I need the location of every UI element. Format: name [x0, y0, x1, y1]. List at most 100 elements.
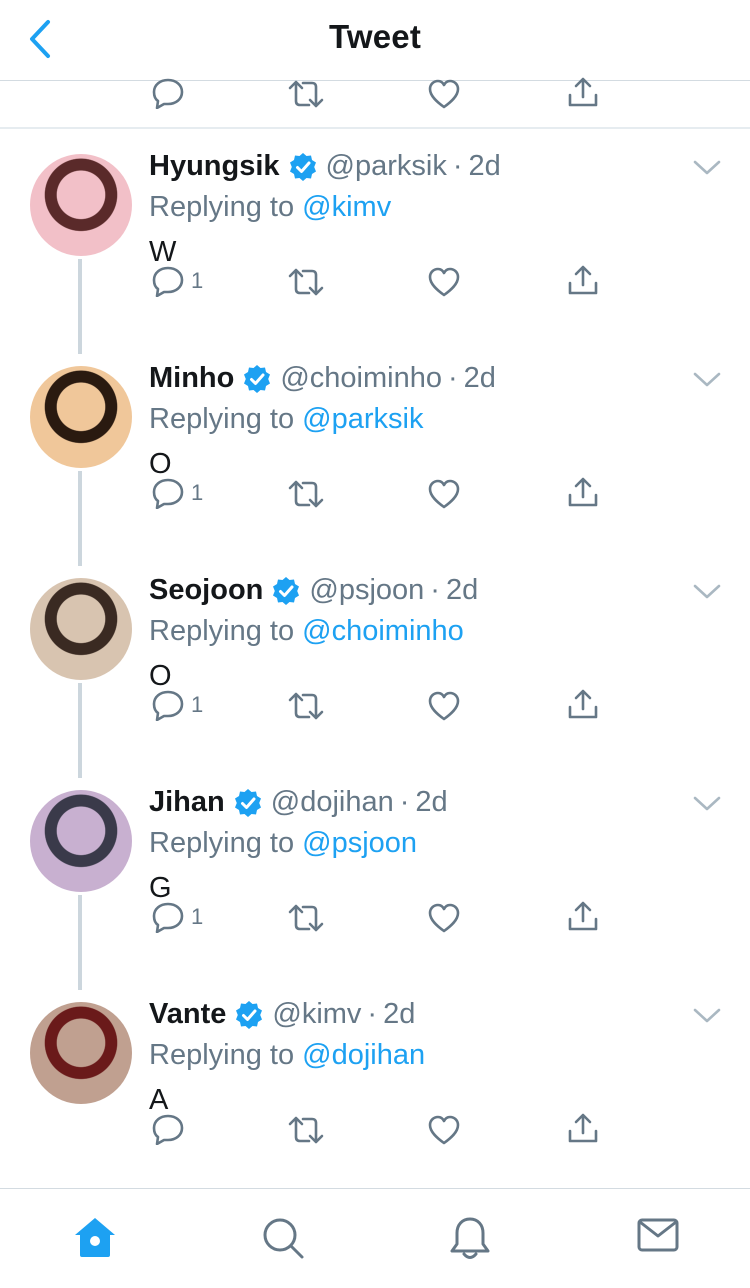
share-button[interactable]	[566, 687, 600, 721]
tweet-header: Jihan @dojihan · 2d	[149, 786, 448, 819]
replying-to: Replying to @parksik	[149, 403, 423, 436]
username[interactable]: @dojihan	[271, 786, 394, 819]
timestamp[interactable]: 2d	[446, 574, 478, 607]
username[interactable]: @psjoon	[309, 574, 424, 607]
verified-badge-icon	[289, 152, 316, 181]
display-name[interactable]: Hyungsik	[149, 150, 280, 183]
avatar[interactable]	[30, 1002, 132, 1104]
reply-count: 1	[191, 268, 204, 293]
share-icon	[568, 1113, 598, 1143]
share-button[interactable]	[566, 75, 600, 109]
reply-count: 1	[191, 904, 204, 929]
tweet[interactable]: Minho @choiminho · 2d Replying to @parks…	[0, 341, 750, 566]
separator-dot: ·	[452, 150, 463, 182]
share-button[interactable]	[566, 1111, 600, 1145]
display-name[interactable]: Seojoon	[149, 574, 263, 607]
display-name[interactable]: Vante	[149, 998, 226, 1031]
tab-search[interactable]	[260, 1215, 306, 1266]
retweet-button[interactable]	[287, 79, 325, 109]
reply-icon	[152, 78, 184, 109]
page-title: Tweet	[328, 18, 422, 55]
heart-icon	[428, 1115, 460, 1145]
like-button[interactable]	[427, 690, 461, 722]
replying-to-link[interactable]: @choiminho	[302, 615, 464, 647]
tweet-menu-button[interactable]	[692, 1007, 722, 1030]
retweet-button[interactable]	[287, 479, 325, 509]
like-button[interactable]	[427, 902, 461, 934]
avatar[interactable]	[30, 790, 132, 892]
replying-to-label: Replying to	[149, 615, 295, 647]
tweet-menu-button[interactable]	[692, 795, 722, 818]
heart-icon	[428, 267, 460, 297]
heart-icon	[428, 79, 460, 109]
replying-to-label: Replying to	[149, 827, 295, 859]
search-icon	[263, 1218, 304, 1259]
previous-tweet-actions	[0, 77, 750, 129]
thread-connector-line	[78, 471, 82, 566]
replying-to: Replying to @dojihan	[149, 1039, 425, 1072]
reply-icon	[152, 902, 184, 933]
reply-icon	[152, 690, 184, 721]
timestamp[interactable]: 2d	[469, 150, 501, 183]
retweet-button[interactable]	[287, 267, 325, 297]
heart-icon	[428, 903, 460, 933]
tweet-menu-button[interactable]	[692, 583, 722, 606]
separator-dot: ·	[367, 998, 378, 1030]
reply-button[interactable]: 1	[151, 265, 203, 297]
tweet[interactable]: Seojoon @psjoon · 2d Replying to @choimi…	[0, 553, 750, 778]
reply-button[interactable]: 1	[151, 901, 203, 933]
replying-to-link[interactable]: @psjoon	[302, 827, 417, 859]
display-name[interactable]: Jihan	[149, 786, 225, 819]
reply-count: 1	[191, 480, 204, 505]
username[interactable]: @parksik	[326, 150, 447, 183]
tab-notifications[interactable]	[448, 1215, 492, 1268]
separator-dot: ·	[399, 786, 410, 818]
tweet[interactable]: Vante @kimv · 2d Replying to @dojihan A	[0, 977, 750, 1189]
username[interactable]: @choiminho	[280, 362, 442, 395]
retweet-icon	[288, 268, 324, 296]
avatar[interactable]	[30, 366, 132, 468]
tab-home[interactable]	[72, 1215, 118, 1264]
reply-button[interactable]: 1	[151, 477, 203, 509]
like-button[interactable]	[427, 266, 461, 298]
tab-messages[interactable]	[636, 1215, 680, 1260]
replying-to-label: Replying to	[149, 191, 295, 223]
like-button[interactable]	[427, 1114, 461, 1146]
verified-badge-icon	[273, 576, 300, 605]
retweet-button[interactable]	[287, 903, 325, 933]
avatar[interactable]	[30, 154, 132, 256]
timestamp[interactable]: 2d	[464, 362, 496, 395]
reply-button[interactable]	[151, 1113, 191, 1145]
share-button[interactable]	[566, 899, 600, 933]
like-button[interactable]	[427, 78, 461, 110]
timestamp[interactable]: 2d	[383, 998, 415, 1031]
retweet-button[interactable]	[287, 691, 325, 721]
replying-to-label: Replying to	[149, 1039, 295, 1071]
retweet-button[interactable]	[287, 1115, 325, 1145]
replying-to-link[interactable]: @kimv	[302, 191, 391, 223]
thread-connector-line	[78, 895, 82, 990]
share-icon	[568, 265, 598, 295]
avatar[interactable]	[30, 578, 132, 680]
share-button[interactable]	[566, 475, 600, 509]
replying-to-link[interactable]: @dojihan	[302, 1039, 425, 1071]
username[interactable]: @kimv	[272, 998, 361, 1031]
tweet-menu-button[interactable]	[692, 159, 722, 182]
heart-icon	[428, 691, 460, 721]
thread-connector-line	[78, 683, 82, 778]
replying-to-link[interactable]: @parksik	[302, 403, 423, 435]
share-button[interactable]	[566, 263, 600, 297]
verified-badge-icon	[244, 364, 271, 393]
reply-icon	[152, 1114, 184, 1145]
tweet-menu-button[interactable]	[692, 371, 722, 394]
top-navigation-bar: Tweet	[0, 0, 750, 81]
like-button[interactable]	[427, 478, 461, 510]
timestamp[interactable]: 2d	[415, 786, 447, 819]
reply-button[interactable]	[151, 77, 185, 109]
tweet[interactable]: Jihan @dojihan · 2d Replying to @psjoon …	[0, 765, 750, 990]
display-name[interactable]: Minho	[149, 362, 234, 395]
retweet-icon	[288, 904, 324, 932]
tweet[interactable]: Hyungsik @parksik · 2d Replying to @kimv…	[0, 129, 750, 354]
replying-to: Replying to @choiminho	[149, 615, 464, 648]
reply-button[interactable]: 1	[151, 689, 203, 721]
